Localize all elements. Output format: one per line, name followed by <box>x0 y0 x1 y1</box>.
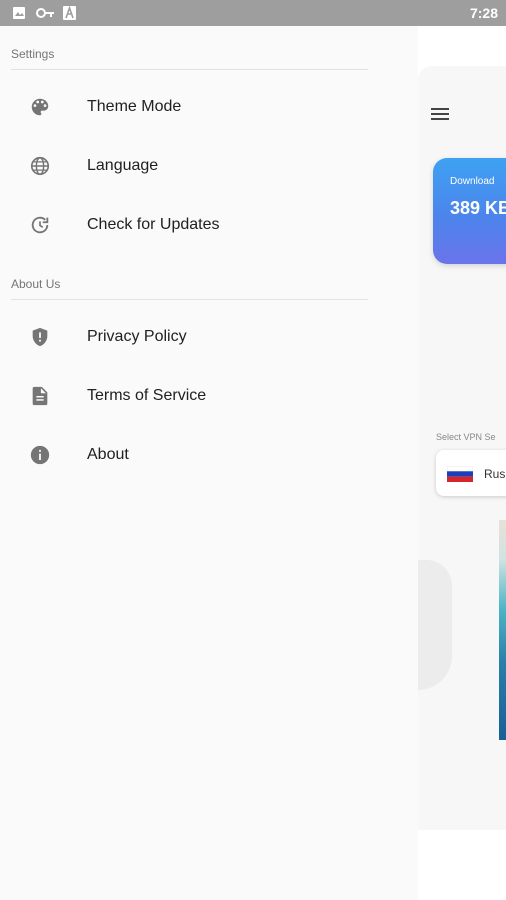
palette-icon <box>31 98 49 116</box>
drawer-item-language[interactable]: Language <box>0 142 418 192</box>
drawer-item-label: Check for Updates <box>87 216 220 233</box>
download-value: 389 KB <box>450 198 506 218</box>
key-icon <box>36 8 54 18</box>
status-time: 7:28 <box>469 5 498 21</box>
a-icon <box>63 6 76 20</box>
update-icon <box>31 216 49 234</box>
navigation-drawer: Settings Theme Mode Language Check for U… <box>0 26 418 900</box>
server-name: Rus <box>484 467 506 481</box>
drawer-item-label: Privacy Policy <box>87 328 187 345</box>
download-label: Download <box>450 176 495 187</box>
info-icon <box>30 445 50 465</box>
drawer-item-label: Language <box>87 157 159 174</box>
globe-icon <box>30 156 50 176</box>
download-speed-card: Download 389 KB <box>433 158 506 264</box>
section-header-about-us: About Us <box>11 277 61 291</box>
drawer-item-label: Terms of Service <box>87 387 207 404</box>
russia-flag-icon <box>447 466 473 482</box>
divider <box>11 69 368 70</box>
drawer-item-theme-mode[interactable]: Theme Mode <box>0 83 418 133</box>
drawer-item-privacy-policy[interactable]: Privacy Policy <box>0 313 418 363</box>
divider <box>11 299 368 300</box>
server-selector[interactable]: Rus <box>436 450 506 496</box>
status-bar: 7:28 <box>0 0 506 26</box>
select-vpn-server-label: Select VPN Se <box>436 432 496 442</box>
hamburger-menu-icon[interactable] <box>431 108 449 122</box>
drawer-item-check-for-updates[interactable]: Check for Updates <box>0 201 418 251</box>
drawer-item-about[interactable]: About <box>0 431 418 481</box>
drawer-item-label: Theme Mode <box>87 98 182 115</box>
promo-image <box>499 520 506 740</box>
image-icon <box>13 7 25 19</box>
world-map-shape <box>418 560 452 690</box>
shield-icon <box>32 327 48 347</box>
drawer-item-terms-of-service[interactable]: Terms of Service <box>0 372 418 422</box>
drawer-item-label: About <box>87 446 129 463</box>
document-icon <box>32 386 48 406</box>
section-header-settings: Settings <box>11 47 55 61</box>
